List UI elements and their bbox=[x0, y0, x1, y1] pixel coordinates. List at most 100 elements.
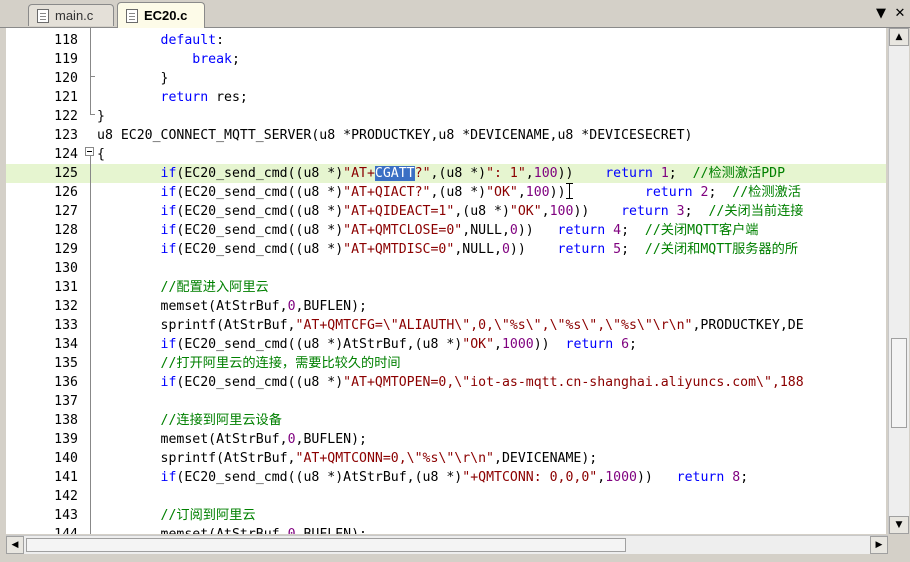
line-number: 129 bbox=[54, 242, 78, 257]
tab-ec20-c[interactable]: EC20.c bbox=[117, 2, 205, 28]
scroll-right-button[interactable]: ▶ bbox=[870, 536, 888, 554]
scroll-down-button[interactable]: ▼ bbox=[889, 516, 909, 534]
text-cursor-icon bbox=[566, 183, 573, 199]
code-token: { bbox=[97, 147, 105, 162]
code-token: 100 bbox=[533, 166, 558, 181]
code-line[interactable]: 134 if(EC20_send_cmd((u8 *)AtStrBuf,(u8 … bbox=[6, 335, 886, 354]
code-line[interactable]: 118 default: bbox=[6, 31, 886, 50]
scroll-left-button[interactable]: ◀ bbox=[6, 536, 24, 554]
code-line[interactable]: 131 //配置进入阿里云 bbox=[6, 278, 886, 297]
code-text: if(EC20_send_cmd((u8 *)"AT+QMTOPEN=0,\"i… bbox=[97, 373, 804, 392]
code-token: 1000 bbox=[605, 470, 637, 485]
code-line[interactable]: 121 return res; bbox=[6, 88, 886, 107]
line-number: 141 bbox=[54, 470, 78, 485]
tab-main-c[interactable]: main.c bbox=[28, 4, 114, 26]
code-text: sprintf(AtStrBuf,"AT+QMTCONN=0,\"%s\"\r\… bbox=[97, 449, 598, 468]
code-token: (EC20_send_cmd((u8 *)AtStrBuf,(u8 *) bbox=[176, 337, 463, 352]
code-line[interactable]: 128 if(EC20_send_cmd((u8 *)"AT+QMTCLOSE=… bbox=[6, 221, 886, 240]
code-token: //检测激活 bbox=[732, 185, 801, 200]
code-line[interactable]: 139 memset(AtStrBuf,0,BUFLEN); bbox=[6, 430, 886, 449]
vertical-scroll-thumb[interactable] bbox=[891, 338, 907, 428]
code-text: //配置进入阿里云 bbox=[97, 278, 269, 297]
code-token: return bbox=[621, 204, 669, 219]
code-token: //配置进入阿里云 bbox=[160, 280, 269, 295]
code-line[interactable]: 125 if(EC20_send_cmd((u8 *)"AT+CGATT?",(… bbox=[6, 164, 886, 183]
code-token: ,(u8 *) bbox=[430, 185, 487, 200]
code-line[interactable]: 135 //打开阿里云的连接，需要比较久的时间 bbox=[6, 354, 886, 373]
code-line[interactable]: 126 if(EC20_send_cmd((u8 *)"AT+QIACT?",(… bbox=[6, 183, 886, 202]
code-token: break bbox=[192, 52, 232, 67]
code-text: if(EC20_send_cmd((u8 *)AtStrBuf,(u8 *)"+… bbox=[97, 468, 749, 487]
code-token: "AT+QMTDISC=0" bbox=[343, 242, 455, 257]
code-token: ,(u8 *) bbox=[454, 204, 510, 219]
horizontal-scroll-thumb[interactable] bbox=[26, 538, 626, 552]
code-line[interactable]: 122} bbox=[6, 107, 886, 126]
code-line[interactable]: 129 if(EC20_send_cmd((u8 *)"AT+QMTDISC=0… bbox=[6, 240, 886, 259]
code-line[interactable]: 142 bbox=[6, 487, 886, 506]
line-number: 122 bbox=[54, 109, 78, 124]
code-token: } bbox=[97, 71, 169, 86]
code-line[interactable]: 123 u8 EC20_CONNECT_MQTT_SERVER(u8 *PRODU… bbox=[6, 126, 886, 145]
code-line[interactable]: 124 { bbox=[6, 145, 886, 164]
code-token: )) bbox=[573, 204, 622, 219]
chevron-down-icon[interactable]: ▼ bbox=[873, 6, 889, 22]
code-token: memset(AtStrBuf, bbox=[97, 432, 288, 447]
code-line[interactable]: 130 bbox=[6, 259, 886, 278]
code-line[interactable]: 136 if(EC20_send_cmd((u8 *)"AT+QMTOPEN=0… bbox=[6, 373, 886, 392]
horizontal-scrollbar[interactable]: ◀ ▶ bbox=[6, 535, 888, 554]
vertical-scrollbar[interactable]: ▲ ▼ bbox=[888, 28, 909, 534]
code-text: //打开阿里云的连接，需要比较久的时间 bbox=[97, 354, 401, 373]
code-token: )) bbox=[557, 166, 606, 181]
code-token: "AT+QMTCLOSE=0" bbox=[343, 223, 463, 238]
code-token: , bbox=[597, 470, 606, 485]
code-token: ,PRODUCTKEY,DE bbox=[692, 318, 804, 333]
code-token: default bbox=[160, 33, 217, 48]
selected-text: CGATT bbox=[374, 166, 415, 181]
code-line[interactable]: 137 bbox=[6, 392, 886, 411]
code-token: ; bbox=[231, 52, 240, 67]
code-line[interactable]: 127 if(EC20_send_cmd((u8 *)"AT+QIDEACT=1… bbox=[6, 202, 886, 221]
code-editor[interactable]: 118 default: 119 break; 120 } 121 return re… bbox=[6, 28, 886, 534]
code-line[interactable]: 138 //连接到阿里云设备 bbox=[6, 411, 886, 430]
code-token: if bbox=[160, 337, 177, 352]
code-token: (EC20_send_cmd((u8 *) bbox=[176, 185, 344, 200]
code-token: //检测激活PDP bbox=[692, 166, 786, 181]
code-text: memset(AtStrBuf,0,BUFLEN); bbox=[97, 525, 367, 534]
code-text: if(EC20_send_cmd((u8 *)AtStrBuf,(u8 *)"O… bbox=[97, 335, 637, 354]
code-token: 0 bbox=[509, 223, 518, 238]
close-icon[interactable]: ✕ bbox=[892, 6, 908, 22]
code-line[interactable]: 144 memset(AtStrBuf,0,BUFLEN); bbox=[6, 525, 886, 534]
scroll-up-button[interactable]: ▲ bbox=[889, 28, 909, 46]
code-text: if(EC20_send_cmd((u8 *)"AT+QIDEACT=1",(u… bbox=[97, 202, 804, 221]
code-token: (EC20_send_cmd((u8 *) bbox=[176, 242, 344, 257]
code-token: return bbox=[557, 223, 606, 238]
code-line[interactable]: 133 sprintf(AtStrBuf,"AT+QMTCFG=\"ALIAUT… bbox=[6, 316, 886, 335]
code-token: //关闭和MQTT服务器的所 bbox=[644, 242, 799, 257]
code-token: "AT+QMTCONN=0,\"%s\"\r\n" bbox=[295, 451, 495, 466]
code-line[interactable]: 143 //订阅到阿里云 bbox=[6, 506, 886, 525]
code-line[interactable]: 141 if(EC20_send_cmd((u8 *)AtStrBuf,(u8 … bbox=[6, 468, 886, 487]
tab-label: main.c bbox=[55, 8, 94, 23]
code-text: } bbox=[97, 69, 169, 88]
code-token: //订阅到阿里云 bbox=[160, 508, 256, 523]
code-token: return bbox=[160, 90, 209, 105]
code-line[interactable]: 140 sprintf(AtStrBuf,"AT+QMTCONN=0,\"%s\… bbox=[6, 449, 886, 468]
code-token: sprintf(AtStrBuf, bbox=[97, 451, 296, 466]
line-number: 143 bbox=[54, 508, 78, 523]
code-line[interactable]: 120 } bbox=[6, 69, 886, 88]
fold-collapse-icon[interactable] bbox=[85, 147, 94, 156]
line-number: 128 bbox=[54, 223, 78, 238]
code-text: memset(AtStrBuf,0,BUFLEN); bbox=[97, 430, 367, 449]
code-line[interactable]: 132 memset(AtStrBuf,0,BUFLEN); bbox=[6, 297, 886, 316]
tab-bar: main.c EC20.c ▼ ✕ bbox=[0, 0, 910, 28]
code-line[interactable]: 119 break; bbox=[6, 50, 886, 69]
code-token: : bbox=[216, 33, 225, 48]
code-token: )) bbox=[509, 242, 558, 257]
code-token: ,NULL, bbox=[462, 223, 510, 238]
line-number: 135 bbox=[54, 356, 78, 371]
code-token: )) bbox=[533, 337, 566, 352]
